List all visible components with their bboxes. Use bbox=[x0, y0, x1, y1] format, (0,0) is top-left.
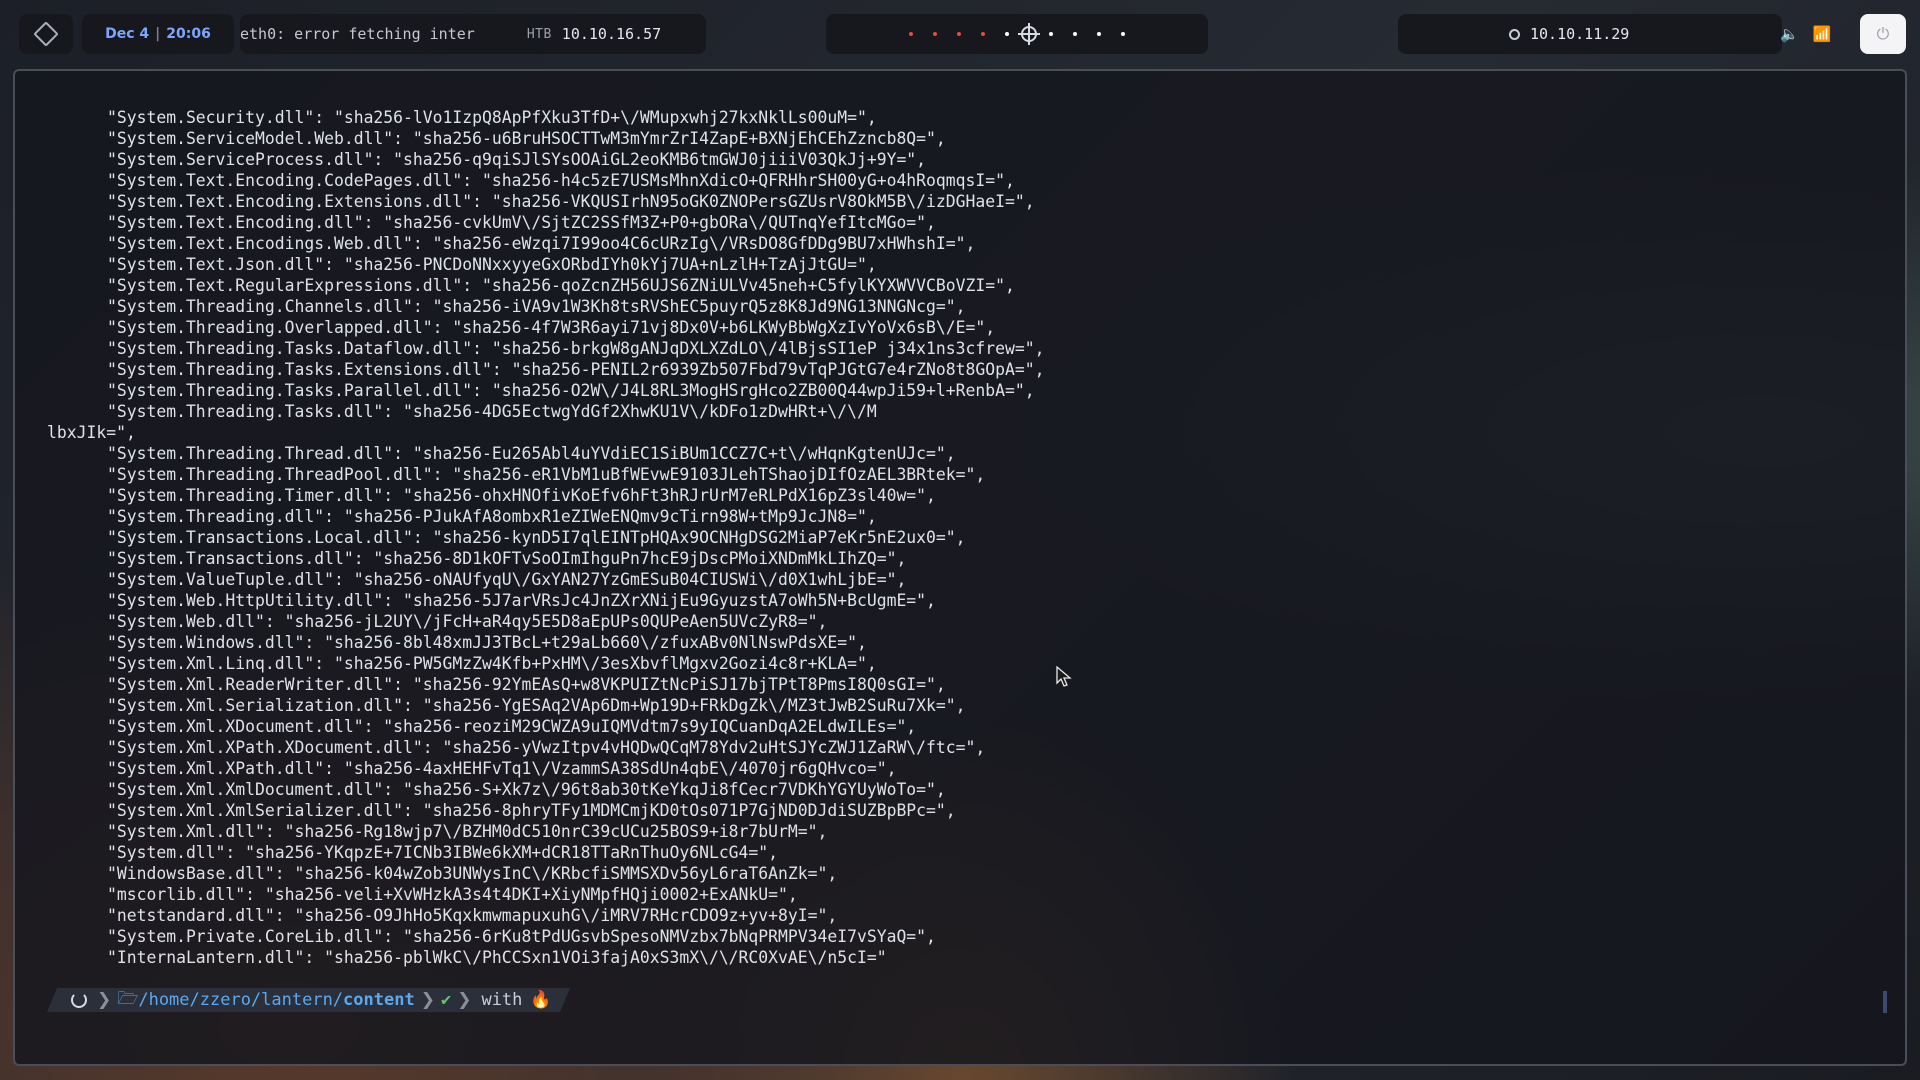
prompt-dir-current: content bbox=[343, 990, 415, 1010]
power-button[interactable]: ⏻ bbox=[1860, 14, 1906, 54]
prompt-dir-prefix: /home/zzero/lantern/ bbox=[138, 990, 344, 1010]
terminal-line: "System.dll": "sha256-YKqpzE+7ICNb3IBWe6… bbox=[107, 843, 779, 862]
chevron-right-icon: ❯ bbox=[457, 990, 472, 1010]
spinner-icon bbox=[71, 992, 87, 1008]
system-tray: 🔈 📶 bbox=[1780, 14, 1862, 54]
shell-prompt: ❯ 🗁 /home/zzero/lantern/content ❯ ✔ ❯ wi… bbox=[47, 988, 570, 1012]
scrollbar[interactable] bbox=[1883, 991, 1887, 1013]
terminal-line: "System.Text.Encoding.Extensions.dll": "… bbox=[107, 192, 1035, 211]
terminal-line: "System.Threading.Timer.dll": "sha256-oh… bbox=[107, 486, 936, 505]
cube-icon bbox=[33, 21, 59, 47]
terminal-output: "System.Security.dll": "sha256-lVo1IzpQ8… bbox=[15, 107, 1905, 968]
terminal-line: "System.Windows.dll": "sha256-8bl48xmJJ3… bbox=[107, 633, 867, 652]
terminal-line: "System.Transactions.Local.dll": "sha256… bbox=[107, 528, 966, 547]
terminal-line: "System.ValueTuple.dll": "sha256-oNAUfyq… bbox=[107, 570, 907, 589]
terminal-line: "System.Web.HttpUtility.dll": "sha256-5J… bbox=[107, 591, 936, 610]
terminal-line: "System.ServiceProcess.dll": "sha256-q9q… bbox=[107, 150, 927, 169]
terminal-line: "InternaLantern.dll": "sha256-pblWkC\/Ph… bbox=[107, 948, 887, 967]
terminal-line: "System.Threading.Tasks.Dataflow.dll": "… bbox=[107, 339, 1045, 358]
terminal-line: "netstandard.dll": "sha256-O9JhHo5Kqxkmw… bbox=[107, 906, 838, 925]
terminal-line: "System.Xml.ReaderWriter.dll": "sha256-9… bbox=[107, 675, 946, 694]
folder-icon: 🗁 bbox=[117, 988, 139, 1009]
htb-label: HTB bbox=[526, 26, 552, 42]
terminal-line: "System.ServiceModel.Web.dll": "sha256-u… bbox=[107, 129, 946, 148]
terminal-line: "System.Text.Encoding.CodePages.dll": "s… bbox=[107, 171, 1015, 190]
chevron-right-icon: ❯ bbox=[420, 990, 435, 1010]
crosshair-icon bbox=[1509, 28, 1520, 40]
prompt-with: with bbox=[481, 990, 523, 1010]
terminal-line: "System.Xml.XPath.dll": "sha256-4axHEHFv… bbox=[107, 759, 897, 778]
terminal-line: "System.Text.Encoding.dll": "sha256-cvkU… bbox=[107, 213, 936, 232]
check-icon: ✔ bbox=[440, 990, 452, 1010]
date-label: Dec 4 bbox=[105, 26, 150, 42]
terminal-window[interactable]: "System.Security.dll": "sha256-lVo1IzpQ8… bbox=[13, 69, 1907, 1066]
flame-icon: 🔥 bbox=[530, 990, 552, 1010]
terminal-line: "System.Xml.Linq.dll": "sha256-PW5GMzZw4… bbox=[107, 654, 877, 673]
workspace-dot[interactable] bbox=[1097, 32, 1101, 36]
workspace-dot[interactable] bbox=[957, 32, 961, 36]
terminal-line: "System.Text.Json.dll": "sha256-PNCDoNNx… bbox=[107, 255, 877, 274]
workspace-dot[interactable] bbox=[1049, 32, 1053, 36]
terminal-line: "System.Threading.ThreadPool.dll": "sha2… bbox=[107, 465, 986, 484]
terminal-line: "System.Text.RegularExpressions.dll": "s… bbox=[107, 276, 1015, 295]
terminal-line: "System.Xml.dll": "sha256-Rg18wjp7\/BZHM… bbox=[107, 822, 828, 841]
terminal-line: "System.Xml.XmlDocument.dll": "sha256-S+… bbox=[107, 780, 946, 799]
workspace-dot[interactable] bbox=[981, 32, 985, 36]
terminal-line: "System.Threading.Thread.dll": "sha256-E… bbox=[107, 444, 956, 463]
terminal-line: "System.Threading.Channels.dll": "sha256… bbox=[107, 297, 966, 316]
terminal-line: "System.Xml.Serialization.dll": "sha256-… bbox=[107, 696, 966, 715]
terminal-line: "System.Transactions.dll": "sha256-8D1kO… bbox=[107, 549, 907, 568]
workspace-dot[interactable] bbox=[1121, 32, 1125, 36]
htb-ip: 10.10.16.57 bbox=[561, 25, 662, 43]
terminal-line: "System.Xml.XDocument.dll": "sha256-reoz… bbox=[107, 717, 917, 736]
workspace-dot[interactable] bbox=[909, 32, 913, 36]
terminal-line: "System.Xml.XmlSerializer.dll": "sha256-… bbox=[107, 801, 956, 820]
terminal-line: "mscorlib.dll": "sha256-veli+XvWHzkA3s4t… bbox=[107, 885, 798, 904]
terminal-line: "System.Xml.XPath.XDocument.dll": "sha25… bbox=[107, 738, 986, 757]
vpn-target: 10.10.11.29 bbox=[1398, 14, 1782, 54]
terminal-line: "System.Security.dll": "sha256-lVo1IzpQ8… bbox=[107, 108, 877, 127]
workspace-active-icon[interactable] bbox=[1021, 26, 1037, 42]
workspace-dot[interactable] bbox=[1073, 32, 1077, 36]
terminal-line: "System.Threading.Tasks.Extensions.dll":… bbox=[107, 360, 1045, 379]
chevron-right-icon: ❯ bbox=[97, 990, 112, 1010]
terminal-line: "System.Web.dll": "sha256-jL2UY\/jFcH+aR… bbox=[107, 612, 828, 631]
vpn-ip: 10.10.11.29 bbox=[1530, 25, 1630, 43]
menu-button[interactable] bbox=[19, 14, 73, 54]
time-label: 20:06 bbox=[166, 26, 211, 42]
eth-status: eth0: error fetching inter bbox=[240, 25, 475, 43]
terminal-line: lbxJIk=", bbox=[47, 423, 136, 442]
network-status: eth0: error fetching inter HTB 10.10.16.… bbox=[240, 14, 706, 54]
terminal-line: "System.Text.Encodings.Web.dll": "sha256… bbox=[107, 234, 976, 253]
terminal-line: "WindowsBase.dll": "sha256-k04wZob3UNWys… bbox=[107, 864, 838, 883]
workspace-dot[interactable] bbox=[1005, 32, 1009, 36]
terminal-line: "System.Threading.Overlapped.dll": "sha2… bbox=[107, 318, 996, 337]
terminal-line: "System.Threading.Tasks.Parallel.dll": "… bbox=[107, 381, 1035, 400]
terminal-line: "System.Private.CoreLib.dll": "sha256-6r… bbox=[107, 927, 936, 946]
terminal-line: "System.Threading.dll": "sha256-PJukAfA8… bbox=[107, 507, 877, 526]
volume-icon[interactable]: 🔈 bbox=[1780, 25, 1799, 43]
wifi-icon[interactable]: 📶 bbox=[1813, 25, 1832, 43]
terminal-line: "System.Threading.Tasks.dll": "sha256-4D… bbox=[107, 402, 877, 421]
clock: Dec 4 | 20:06 bbox=[82, 14, 234, 54]
workspace-dot[interactable] bbox=[933, 32, 937, 36]
power-icon: ⏻ bbox=[1876, 24, 1890, 43]
workspace-switcher[interactable] bbox=[826, 14, 1208, 54]
